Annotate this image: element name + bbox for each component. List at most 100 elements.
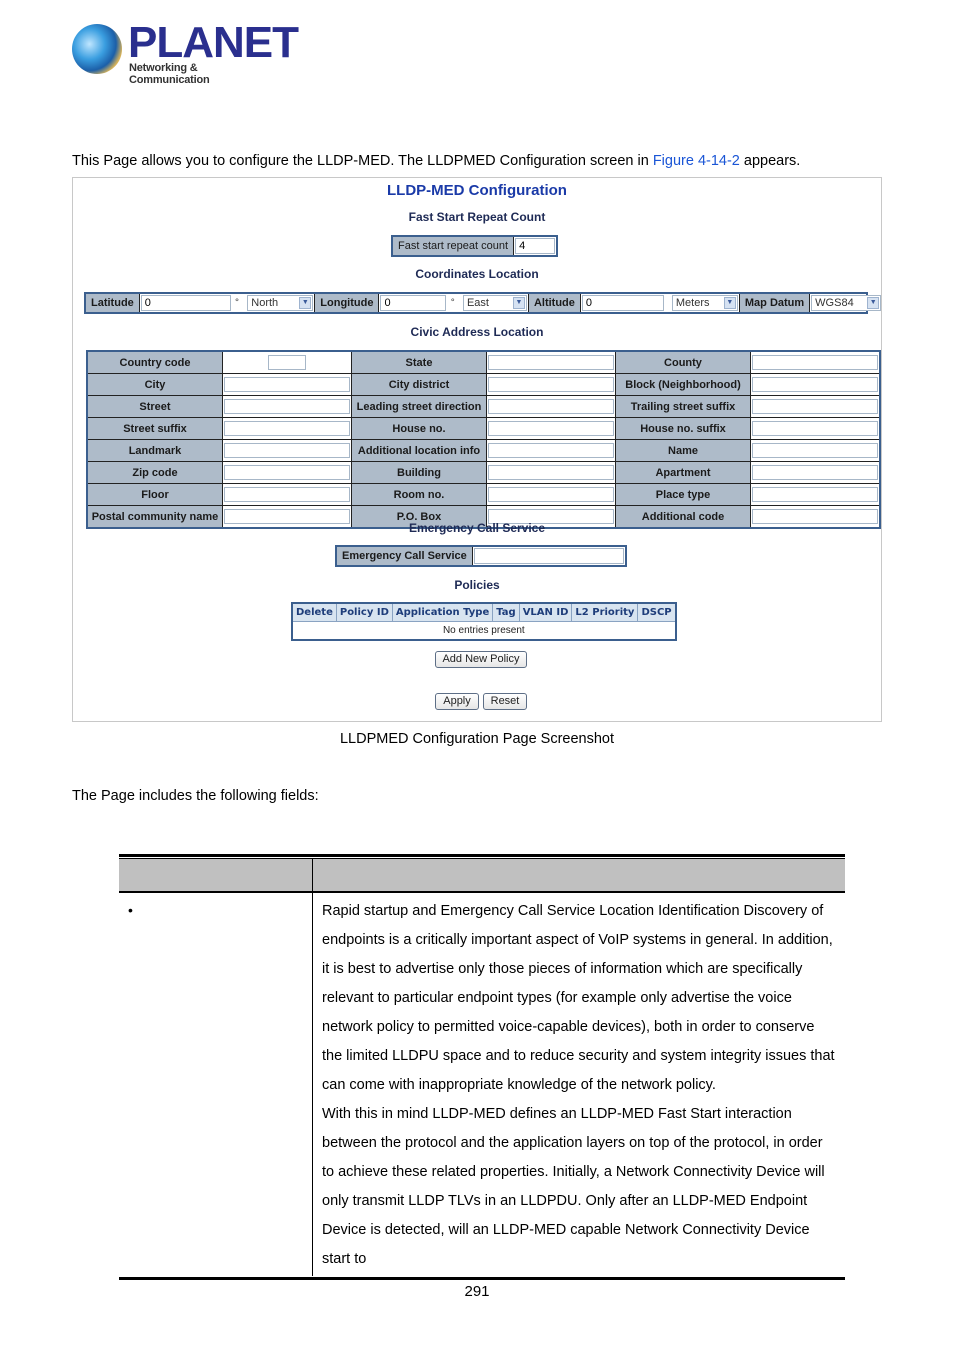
description-cell: Rapid startup and Emergency Call Service… [313,893,845,1276]
country-code-input[interactable] [268,355,306,370]
apartment-label: Apartment [615,461,751,484]
street-suffix-input[interactable] [224,421,350,436]
house-no-suffix-input[interactable] [752,421,878,436]
chevron-down-icon: ▼ [299,297,312,309]
civic-address-table: Country code State County City City district… [86,350,881,529]
coordinates-row: Latitude 0 ° North ▼ Longitude 0 ° East … [84,292,882,314]
house-no-label: House no. [351,417,487,440]
chevron-down-icon: ▼ [512,297,525,309]
altitude-label: Altitude [528,294,581,312]
name-cell [750,439,881,462]
figure-caption: LLDPMED Configuration Page Screenshot [339,731,615,747]
chevron-down-icon: ▼ [867,297,880,309]
house-no-input[interactable] [488,421,614,436]
latitude-input[interactable]: 0 [140,295,231,311]
room-no-cell [486,483,616,506]
city-district-input[interactable] [488,377,614,392]
block-neighborhood-label: Block (Neighborhood) [615,373,751,396]
emergency-section-title: Emergency Call Service [408,521,546,535]
longitude-direction-value: East [466,297,489,309]
fast-start-section-title: Fast Start Repeat Count [408,210,546,224]
table-row: No entries present [292,622,676,641]
trailing-street-suffix-cell [750,395,881,418]
house-no-suffix-label: House no. suffix [615,417,751,440]
altitude-unit-select[interactable]: Meters ▼ [671,295,738,311]
globe-logo-icon [72,24,122,74]
latitude-direction-select[interactable]: North ▼ [247,295,314,311]
policies-table: Delete Policy ID Application Type Tag VLAN I… [291,602,677,641]
county-cell [750,350,881,374]
planet-logo: PLANET Networking & Communication [72,18,299,86]
map-datum-select[interactable]: WGS84 ▼ [811,295,882,311]
zip-code-cell [222,461,352,484]
figure-link[interactable]: Figure 4-14-2 [653,153,740,169]
state-input[interactable] [488,355,614,370]
county-label: County [615,350,751,374]
apartment-cell [750,461,881,484]
state-label: State [351,350,487,374]
altitude-unit-value: Meters [675,297,710,309]
civic-section-title: Civic Address Location [410,325,544,339]
landmark-input[interactable] [224,443,350,458]
trailing-street-suffix-input[interactable] [752,399,878,414]
table-row: Floor Room no. Place type [86,483,881,506]
leading-street-direction-label: Leading street direction [351,395,487,418]
altitude-input[interactable]: 0 [581,295,664,311]
additional-location-info-input[interactable] [488,443,614,458]
country-code-label: Country code [86,350,223,374]
longitude-direction-select[interactable]: East ▼ [462,295,527,311]
zip-code-label: Zip code [86,461,223,484]
street-label: Street [86,395,223,418]
emergency-call-service-input[interactable] [473,548,624,564]
reset-button[interactable]: Reset [483,693,527,710]
place-type-input[interactable] [752,487,878,502]
logo-brand: PLANET [128,18,299,67]
landmark-label: Landmark [86,439,223,462]
street-cell [222,395,352,418]
header-object [119,859,313,891]
logo-tagline: Networking & Communication [129,62,210,86]
county-input[interactable] [752,355,878,370]
map-datum-label: Map Datum [739,294,811,312]
table-row: City City district Block (Neighborhood) [86,373,881,396]
street-input[interactable] [224,399,350,414]
block-neighborhood-input[interactable] [752,377,878,392]
city-district-label: City district [351,373,487,396]
city-input[interactable] [224,377,350,392]
name-input[interactable] [752,443,878,458]
building-input[interactable] [488,465,614,480]
config-title: LLDP-MED Configuration [387,182,567,199]
latitude-label: Latitude [86,294,140,312]
zip-code-input[interactable] [224,465,350,480]
map-datum-value: WGS84 [815,297,854,309]
city-cell [222,373,352,396]
object-cell: • [119,893,313,1276]
table-row: Zip code Building Apartment [86,461,881,484]
coordinates-section-title: Coordinates Location [415,267,539,281]
intro-text-before: This Page allows you to configure the LL… [72,153,653,169]
apartment-input[interactable] [752,465,878,480]
leading-street-direction-cell [486,395,616,418]
bullet-icon: • [128,902,133,918]
place-type-label: Place type [615,483,751,506]
apply-button[interactable]: Apply [435,693,479,710]
room-no-input[interactable] [488,487,614,502]
add-new-policy-button[interactable]: Add New Policy [435,651,527,668]
fields-intro: The Page includes the following fields: [72,788,319,804]
table-row: Landmark Additional location info Name [86,439,881,462]
street-suffix-cell [222,417,352,440]
degree-symbol: ° [234,298,240,308]
place-type-cell [750,483,881,506]
emergency-call-service-label: Emergency Call Service [337,547,473,565]
leading-street-direction-input[interactable] [488,399,614,414]
additional-location-info-cell [486,439,616,462]
floor-input[interactable] [224,487,350,502]
longitude-input[interactable]: 0 [380,295,447,311]
floor-label: Floor [86,483,223,506]
column-header-delete: Delete [291,602,337,622]
state-cell [486,350,616,374]
longitude-label: Longitude [315,294,380,312]
fast-start-input[interactable]: 4 [515,238,556,254]
trailing-street-suffix-label: Trailing street suffix [615,395,751,418]
house-no-cell [486,417,616,440]
